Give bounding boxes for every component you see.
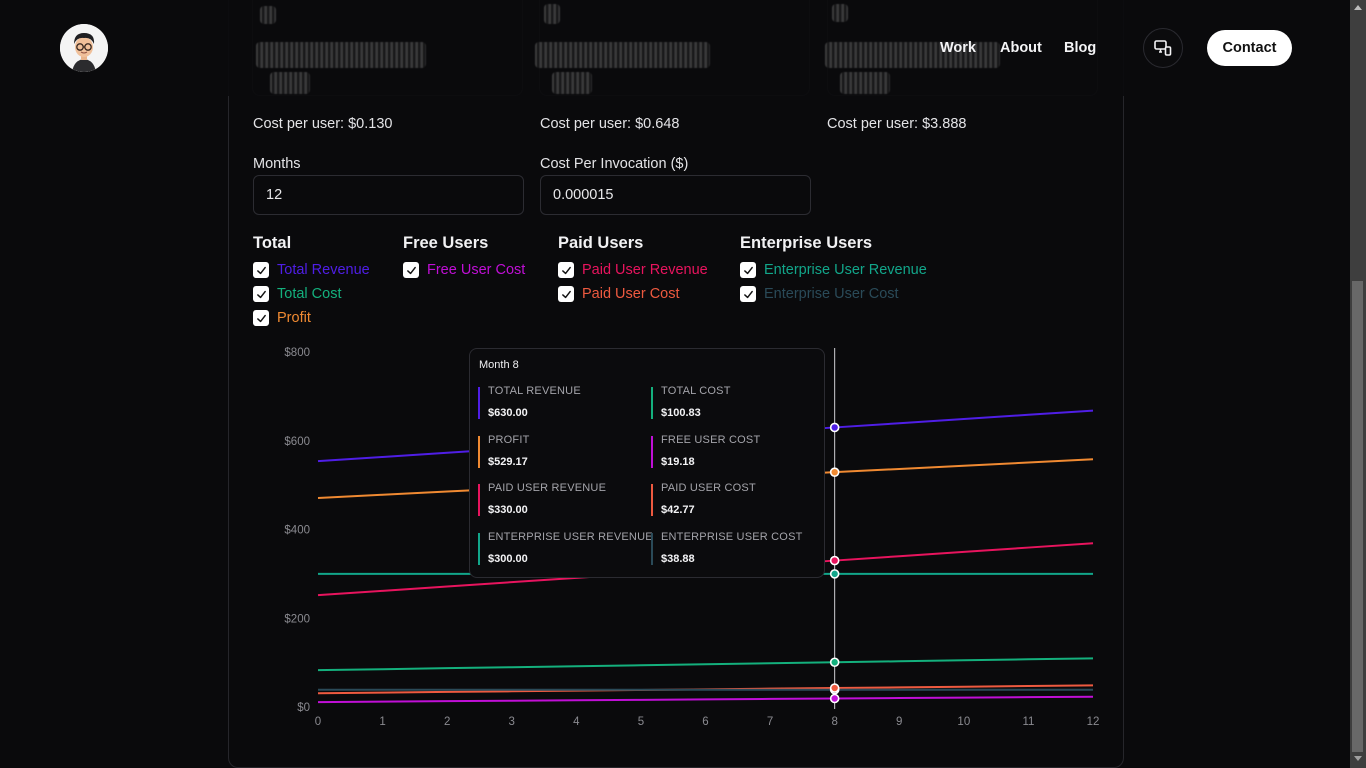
x-tick-label: 0 (315, 716, 321, 728)
chart-tooltip: Month 8 TOTAL REVENUE $630.00 TOTAL COST… (469, 348, 825, 578)
tooltip-series-name: FREE USER COST (661, 433, 761, 446)
tooltip-series-name: TOTAL COST (661, 385, 731, 397)
x-tick-label: 11 (1022, 716, 1034, 728)
tooltip-item: TOTAL COST $100.83 (651, 385, 821, 421)
x-tick-label: 4 (573, 716, 580, 728)
contact-button[interactable]: Contact (1207, 30, 1292, 66)
hover-point-enterprise-user-revenue (829, 569, 840, 579)
tooltip-item: FREE USER COST $19.18 (651, 434, 821, 470)
y-tick-label: $600 (284, 436, 310, 448)
tooltip-series-name: PROFIT (488, 433, 530, 446)
tooltip-series-value: $300.00 (488, 552, 528, 565)
tooltip-title: Month 8 (479, 359, 519, 371)
hover-point-profit (829, 467, 840, 477)
tooltip-series-value: $42.77 (661, 504, 695, 516)
tooltip-item: PAID USER COST $42.77 (651, 482, 821, 518)
tooltip-item: TOTAL REVENUE $630.00 (478, 385, 648, 421)
avatar-illustration-icon (60, 24, 108, 72)
site-header: Work About Blog Contact (0, 0, 1350, 96)
x-tick-label: 7 (767, 716, 773, 728)
series-color-bar (478, 484, 480, 516)
y-tick-label: $0 (297, 702, 310, 714)
series-color-bar (478, 532, 480, 565)
y-tick-label: $400 (284, 525, 310, 537)
tooltip-series-value: $100.83 (661, 407, 701, 419)
series-line-total-cost[interactable] (317, 657, 1094, 672)
series-color-bar (651, 532, 653, 565)
series-color-bar (478, 387, 480, 419)
tooltip-item: ENTERPRISE USER COST $38.88 (651, 531, 821, 567)
tooltip-series-value: $19.18 (661, 455, 695, 468)
x-tick-label: 2 (444, 716, 450, 728)
series-line-free-user-cost[interactable] (317, 695, 1094, 704)
x-tick-label: 10 (957, 716, 970, 728)
hover-point-total-revenue (829, 422, 840, 433)
series-color-bar (651, 484, 653, 516)
devices-icon (1154, 40, 1172, 56)
x-tick-label: 6 (702, 716, 708, 728)
tooltip-item: PAID USER REVENUE $330.00 (478, 482, 648, 518)
scrollbar[interactable] (1350, 0, 1366, 768)
device-toggle-button[interactable] (1143, 28, 1183, 68)
hover-point-total-cost (829, 657, 840, 668)
tooltip-series-value: $38.88 (661, 552, 695, 565)
nav-link-about[interactable]: About (1000, 40, 1042, 56)
y-tick-label: $200 (284, 613, 310, 625)
series-color-bar (651, 435, 653, 468)
nav-link-work[interactable]: Work (940, 40, 976, 56)
tooltip-series-value: $529.17 (488, 455, 528, 468)
tooltip-series-name: ENTERPRISE USER COST (661, 530, 803, 543)
x-tick-label: 5 (638, 716, 644, 728)
tooltip-series-name: PAID USER REVENUE (488, 482, 607, 494)
tooltip-series-value: $330.00 (488, 504, 528, 516)
tooltip-series-name: TOTAL REVENUE (488, 385, 581, 397)
scroll-up-arrow-icon[interactable] (1354, 5, 1362, 10)
hover-point-paid-user-revenue (829, 555, 840, 566)
x-tick-label: 12 (1087, 716, 1100, 728)
avatar[interactable] (60, 24, 108, 72)
scroll-down-arrow-icon[interactable] (1354, 756, 1362, 761)
tooltip-series-value: $630.00 (488, 407, 528, 419)
hover-point-paid-user-cost (829, 683, 840, 693)
x-tick-label: 9 (896, 716, 902, 728)
scrollbar-thumb[interactable] (1352, 281, 1363, 752)
y-tick-label: $800 (284, 347, 310, 359)
hover-point-free-user-cost (829, 693, 840, 704)
obscured-pricing-region (240, 0, 1120, 96)
tooltip-series-name: PAID USER COST (661, 482, 756, 494)
page: Cost per user: $0.130 Cost per user: $0.… (0, 0, 1350, 768)
tooltip-item: ENTERPRISE USER REVENUE $300.00 (478, 531, 653, 567)
x-tick-label: 1 (379, 716, 385, 728)
tooltip-series-name: ENTERPRISE USER REVENUE (488, 530, 653, 543)
x-tick-label: 3 (509, 716, 515, 728)
tooltip-item: PROFIT $529.17 (478, 434, 648, 470)
series-color-bar (478, 435, 480, 468)
series-color-bar (651, 387, 653, 419)
nav-link-blog[interactable]: Blog (1064, 40, 1096, 56)
x-tick-label: 8 (831, 716, 837, 728)
